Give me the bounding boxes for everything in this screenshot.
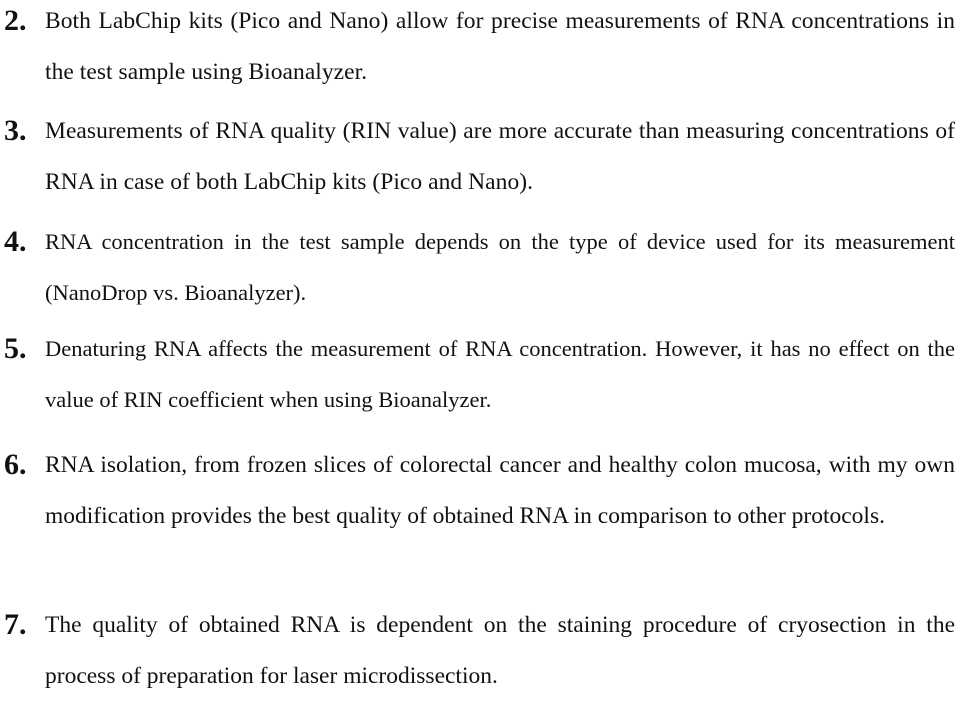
item-text: RNA isolation, from frozen slices of col… xyxy=(45,452,955,529)
item-text: The quality of obtained RNA is dependent… xyxy=(45,612,955,689)
item-number: 5. xyxy=(4,332,27,365)
item-number: 2. xyxy=(4,4,27,37)
item-text: RNA concentration in the test sample dep… xyxy=(45,229,955,305)
item-number: 3. xyxy=(4,114,27,147)
item-text: Both LabChip kits (Pico and Nano) allow … xyxy=(45,8,955,85)
item-number: 6. xyxy=(4,448,27,481)
item-number: 7. xyxy=(4,608,27,641)
item-text: Denaturing RNA affects the measurement o… xyxy=(45,336,955,412)
document-page: 2. Both LabChip kits (Pico and Nano) all… xyxy=(0,0,960,692)
item-text: Measurements of RNA quality (RIN value) … xyxy=(45,118,955,195)
item-number: 4. xyxy=(4,225,27,258)
